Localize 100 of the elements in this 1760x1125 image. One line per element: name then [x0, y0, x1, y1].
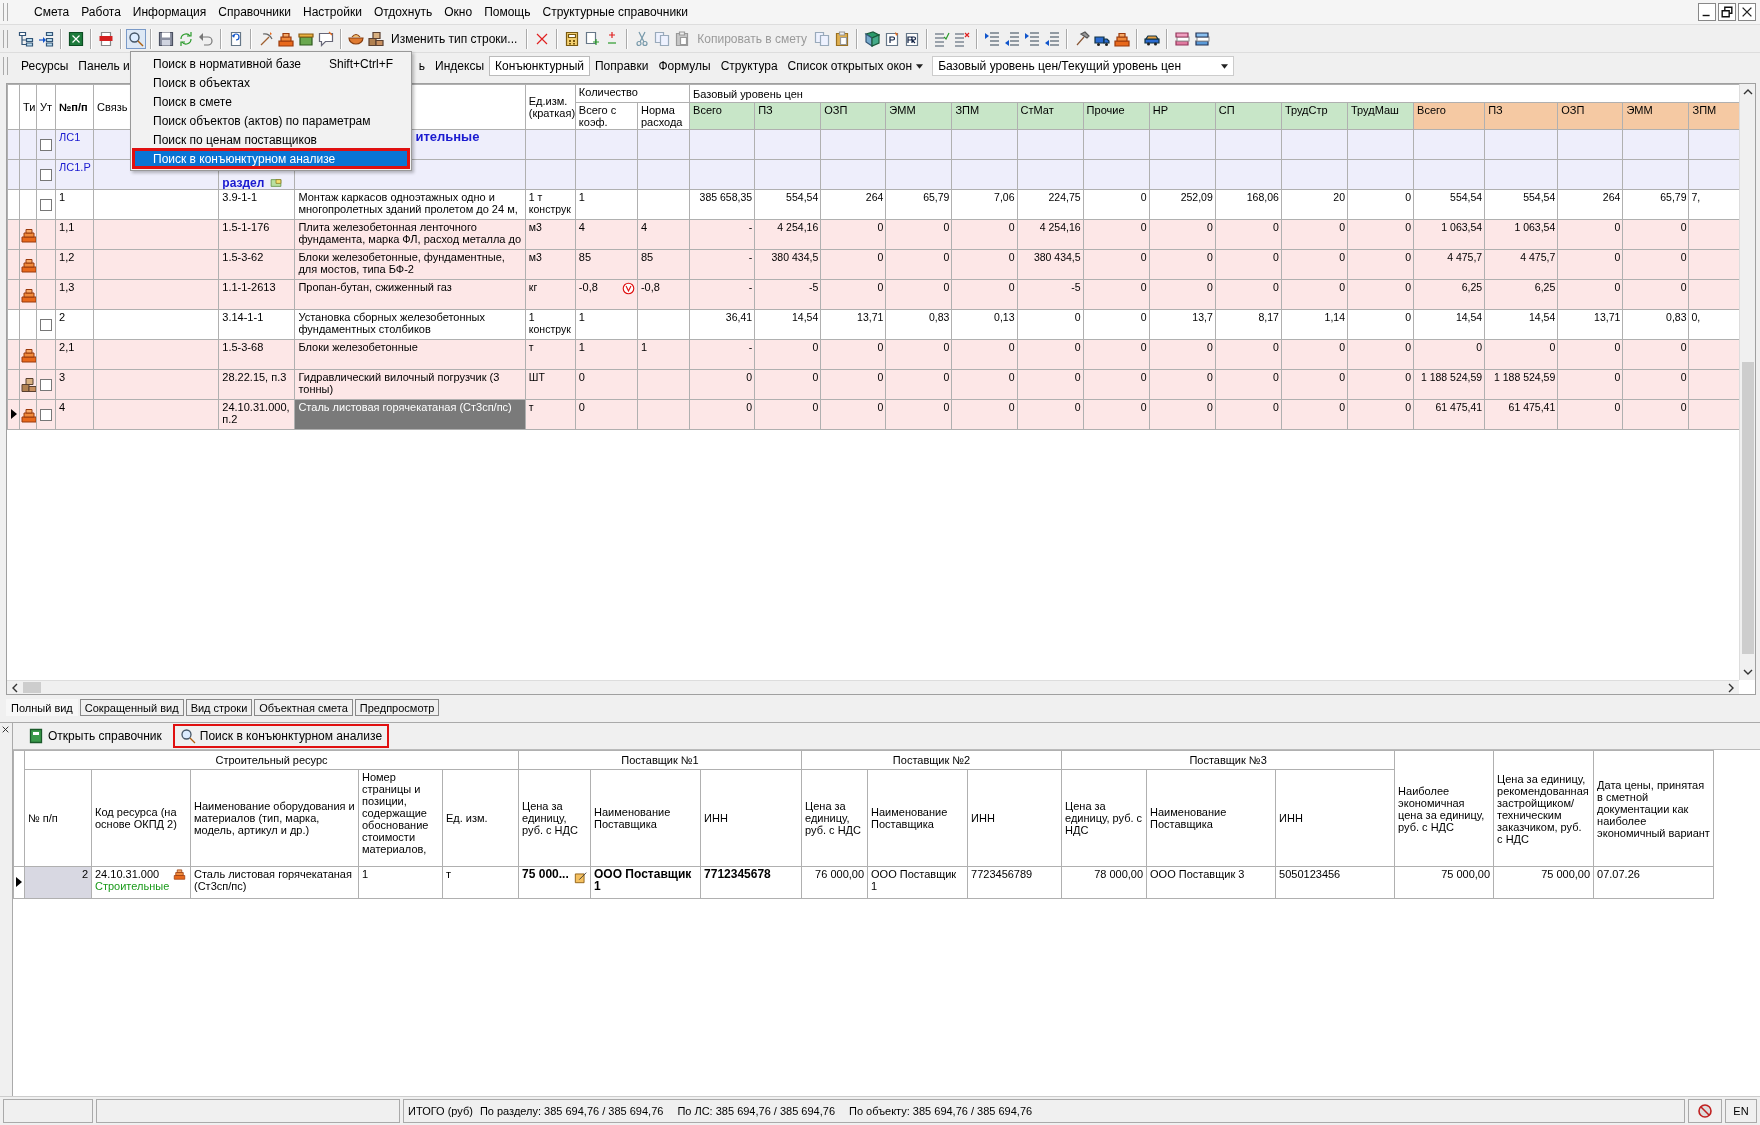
- menu-item[interactable]: Структурные справочники: [536, 5, 695, 19]
- checkbox[interactable]: [40, 319, 53, 332]
- dropdown-arrow-icon[interactable]: [1221, 63, 1229, 69]
- horizontal-scrollbar[interactable]: [7, 680, 1739, 694]
- column-header: СтМат: [1017, 102, 1084, 130]
- view-tab[interactable]: Предпросмотр: [354, 699, 440, 716]
- table-cell: 0: [1622, 339, 1689, 370]
- table-cell: ООО Поставщик 1: [867, 866, 968, 899]
- table-cell: 264: [1557, 189, 1623, 220]
- table-cell: 0: [1557, 219, 1623, 250]
- checkbox[interactable]: [40, 199, 53, 212]
- column-header: Ут: [36, 84, 56, 130]
- toolbar-button[interactable]: Открыть справочник: [21, 724, 169, 748]
- table-cell: 0: [1347, 249, 1414, 280]
- menu-item[interactable]: Окно: [438, 5, 479, 19]
- column-header: ПЗ: [1484, 102, 1558, 130]
- scroll-down-icon[interactable]: [1742, 669, 1753, 675]
- close-icon[interactable]: [1738, 3, 1756, 21]
- bricks-icon: [21, 286, 36, 303]
- boxes-icon: [21, 376, 36, 393]
- table-cell: 75 000,00: [1493, 866, 1594, 899]
- table-cell: 75 000...: [522, 867, 569, 881]
- menu-item[interactable]: Отдохнуть: [367, 5, 439, 19]
- table-cell: 1 063,54: [1413, 219, 1485, 250]
- table-cell: 0: [1347, 339, 1414, 370]
- estimate-title: ительные: [415, 130, 480, 144]
- blocked-icon: [1697, 1103, 1713, 1119]
- checkbox[interactable]: [40, 169, 53, 182]
- scroll-up-icon[interactable]: [1742, 89, 1753, 95]
- scrollbar-thumb[interactable]: [23, 682, 41, 693]
- menu-item[interactable]: Настройки: [297, 5, 368, 19]
- minimize-icon[interactable]: [1698, 3, 1716, 21]
- table-cell: 0: [1017, 399, 1084, 430]
- checkbox[interactable]: [40, 139, 53, 152]
- table-cell: 0: [1149, 399, 1216, 430]
- view-tab[interactable]: ь: [413, 57, 431, 75]
- windows-menu[interactable]: Список открытых окон: [782, 57, 929, 75]
- view-tab[interactable]: Объектная смета: [254, 699, 353, 716]
- view-tab[interactable]: Поправки: [589, 57, 654, 75]
- checkbox[interactable]: [40, 409, 53, 422]
- edit-icon[interactable]: [574, 870, 589, 884]
- column-header: ИНН: [700, 769, 802, 867]
- table-cell: 0: [951, 249, 1017, 280]
- table-cell: 1.5-3-62: [218, 249, 295, 280]
- view-tab[interactable]: Ресурсы: [16, 57, 74, 75]
- menu-item[interactable]: Поиск в конъюнктурном анализе: [133, 149, 409, 168]
- table-cell: 0: [885, 339, 952, 370]
- table-cell: -: [689, 279, 755, 310]
- column-header: ЗПМ: [951, 102, 1017, 130]
- scrollbar-thumb[interactable]: [1741, 362, 1754, 654]
- view-tab[interactable]: Конъюнктурный: [489, 56, 590, 76]
- table-cell: 0: [1149, 339, 1216, 370]
- view-tab[interactable]: Сокращенный вид: [79, 699, 184, 716]
- table-cell: 0: [1557, 249, 1623, 280]
- restore-icon[interactable]: [1718, 3, 1736, 21]
- table-cell: м3: [525, 249, 576, 280]
- table-cell: 0: [1413, 339, 1485, 370]
- view-tab[interactable]: Вид строки: [185, 699, 253, 716]
- checkbox[interactable]: [40, 379, 53, 392]
- menu-item[interactable]: Смета: [28, 5, 76, 19]
- table-cell: 264: [820, 189, 886, 220]
- toolbar-button[interactable]: Изменить тип строки...: [386, 31, 523, 46]
- menu-item[interactable]: Справочники: [212, 5, 298, 19]
- vertical-scrollbar[interactable]: [1739, 84, 1755, 680]
- menu-item[interactable]: Поиск в нормативной базе Shift+Ctrl+F: [133, 54, 409, 73]
- bricks-icon: [21, 346, 36, 363]
- table-cell: 65,79: [885, 189, 952, 220]
- view-tab[interactable]: Индексы: [430, 57, 490, 75]
- view-tab[interactable]: Полный вид: [6, 699, 78, 716]
- column-header: Наименование оборудования и материалов (тип, марка, модель, артикул и др.): [190, 769, 359, 867]
- table-cell: 1 т конструк: [525, 189, 576, 220]
- menu-item[interactable]: Помощь: [478, 5, 537, 19]
- table-cell: 1: [578, 341, 585, 353]
- price-level-select[interactable]: Базовый уровень цен/Текущий уровень цен: [932, 56, 1235, 76]
- menu-item[interactable]: Информация: [126, 5, 213, 19]
- table-cell: Пропан-бутан, сжиженный газ: [294, 279, 526, 310]
- table-cell: 61 475,41: [1484, 399, 1558, 430]
- column-header: ЭММ: [885, 102, 952, 130]
- column-header: Цена за единицу, рекомендованная застройщиком/ техническим заказчиком, руб. с НДС: [1493, 750, 1594, 867]
- scroll-right-icon[interactable]: [1728, 682, 1734, 693]
- view-tab[interactable]: Структура: [715, 57, 783, 75]
- menu-item[interactable]: Поиск по ценам поставщиков: [133, 130, 409, 149]
- table-cell: 6,25: [1413, 279, 1485, 310]
- table-cell: 28.22.15, п.3: [218, 369, 295, 400]
- status-text: ИТОГО (руб): [408, 1105, 473, 1117]
- scroll-left-icon[interactable]: [12, 682, 18, 693]
- close-icon[interactable]: [1, 725, 10, 734]
- table-cell: 0: [885, 369, 952, 400]
- menu-item[interactable]: Работа: [75, 5, 127, 19]
- table-cell: 0: [1557, 399, 1623, 430]
- search-button[interactable]: [126, 28, 146, 49]
- table-cell: ООО Поставщик 3: [1146, 866, 1276, 899]
- table-cell: -: [689, 249, 755, 280]
- dropdown-arrow-icon[interactable]: [916, 63, 924, 69]
- table-cell: кг: [525, 279, 576, 310]
- bricks-icon: [21, 226, 36, 243]
- toolbar-button[interactable]: Поиск в конъюнктурном анализе: [172, 724, 390, 748]
- table-cell: 1 188 524,59: [1413, 369, 1485, 400]
- view-tab[interactable]: Формулы: [653, 57, 716, 75]
- table-cell: 0: [754, 399, 821, 430]
